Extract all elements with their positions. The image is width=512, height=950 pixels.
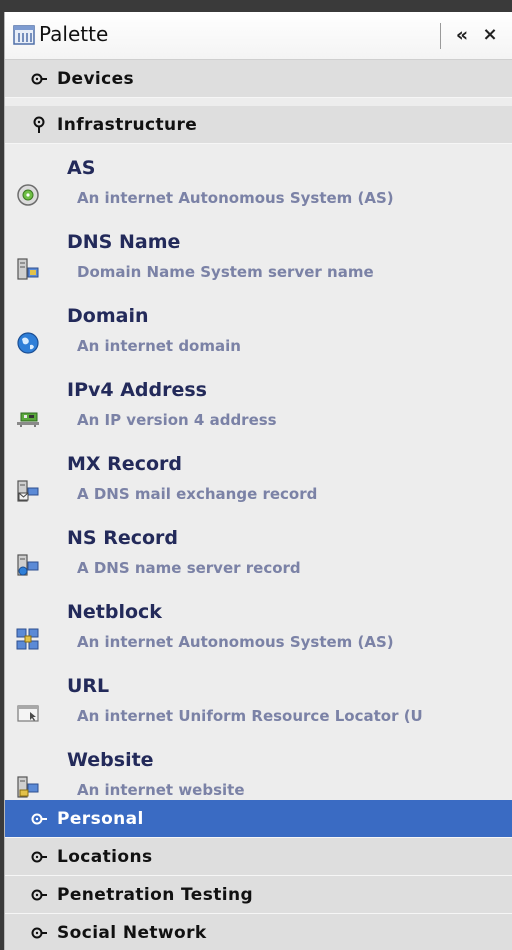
name-server-icon <box>17 554 39 576</box>
entity-description: An IP version 4 address <box>77 411 277 429</box>
palette-panel: Palette « × Devices Infrastructure AS An… <box>4 12 512 950</box>
entity-title: MX Record <box>67 453 182 475</box>
category-infrastructure[interactable]: Infrastructure <box>5 106 512 144</box>
minimize-button[interactable]: « <box>451 24 473 46</box>
category-label: Infrastructure <box>57 115 198 135</box>
entity-description: An internet website <box>77 781 245 799</box>
entity-mx-record[interactable]: MX Record A DNS mail exchange record <box>5 448 512 522</box>
entity-description: Domain Name System server name <box>77 263 374 281</box>
expand-icon <box>31 851 47 863</box>
entity-title: DNS Name <box>67 231 181 253</box>
category-personal[interactable]: Personal <box>5 800 512 838</box>
entity-title: IPv4 Address <box>67 379 207 401</box>
entity-title: Domain <box>67 305 149 327</box>
entity-description: A DNS name server record <box>77 559 301 577</box>
globe-icon <box>17 332 39 354</box>
entity-title: URL <box>67 675 110 697</box>
dns-server-icon <box>17 258 39 280</box>
network-card-icon <box>17 412 39 427</box>
entity-title: Netblock <box>67 601 162 623</box>
category-label: Personal <box>57 809 144 829</box>
entity-domain[interactable]: Domain An internet domain <box>5 300 512 374</box>
entity-netblock[interactable]: Netblock An internet Autonomous System (… <box>5 596 512 670</box>
entity-ns-record[interactable]: NS Record A DNS name server record <box>5 522 512 596</box>
entity-dns-name[interactable]: DNS Name Domain Name System server name <box>5 226 512 300</box>
category-label: Penetration Testing <box>57 885 254 905</box>
expand-icon <box>31 927 47 939</box>
category-label: Devices <box>57 69 135 89</box>
entity-description: An internet Autonomous System (AS) <box>77 633 394 651</box>
palette-titlebar: Palette « × <box>5 12 512 60</box>
category-social-network[interactable]: Social Network <box>5 914 512 950</box>
category-label: Locations <box>57 847 153 867</box>
entity-url[interactable]: URL An internet Uniform Resource Locator… <box>5 670 512 744</box>
expanded-pin-icon <box>33 116 45 133</box>
category-locations[interactable]: Locations <box>5 838 512 876</box>
entity-description: An internet Uniform Resource Locator (U <box>77 707 423 725</box>
entity-title: Website <box>67 749 154 771</box>
category-label: Social Network <box>57 923 207 943</box>
entity-title: AS <box>67 157 96 179</box>
url-window-icon <box>17 705 39 722</box>
entity-title: NS Record <box>67 527 179 549</box>
expand-icon <box>31 73 47 85</box>
expand-icon <box>31 813 47 825</box>
website-server-icon <box>17 776 39 798</box>
close-button[interactable]: × <box>479 24 501 46</box>
entity-description: An internet Autonomous System (AS) <box>77 189 394 207</box>
entity-description: A DNS mail exchange record <box>77 485 318 503</box>
expand-icon <box>31 889 47 901</box>
netblock-icon <box>16 628 39 650</box>
entity-description: An internet domain <box>77 337 241 355</box>
category-devices[interactable]: Devices <box>5 60 512 98</box>
titlebar-divider <box>440 23 441 49</box>
mail-server-icon <box>17 480 39 502</box>
entity-as[interactable]: AS An internet Autonomous System (AS) <box>5 152 512 226</box>
palette-title: Palette <box>39 22 109 46</box>
autonomous-system-icon <box>17 184 39 206</box>
palette-window-icon <box>13 25 35 45</box>
category-penetration-testing[interactable]: Penetration Testing <box>5 876 512 914</box>
entity-ipv4-address[interactable]: IPv4 Address An IP version 4 address <box>5 374 512 448</box>
